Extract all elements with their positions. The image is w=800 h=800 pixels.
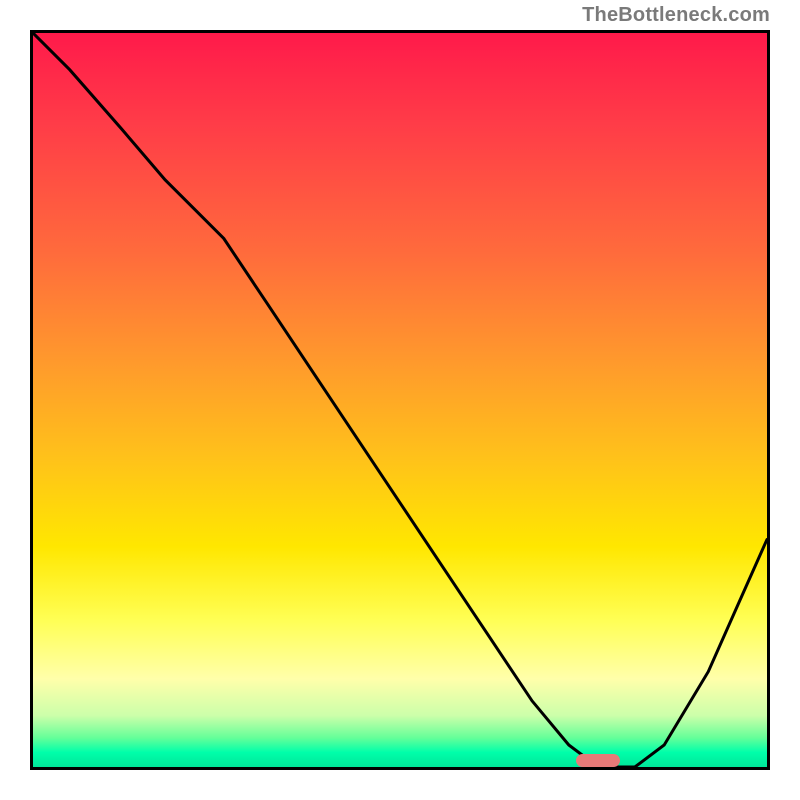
chart-curve-path: [33, 33, 767, 767]
watermark-text: TheBottleneck.com: [582, 4, 770, 27]
chart-frame: [30, 30, 770, 770]
optimum-marker: [576, 754, 620, 767]
chart-curve-svg: [33, 33, 767, 767]
